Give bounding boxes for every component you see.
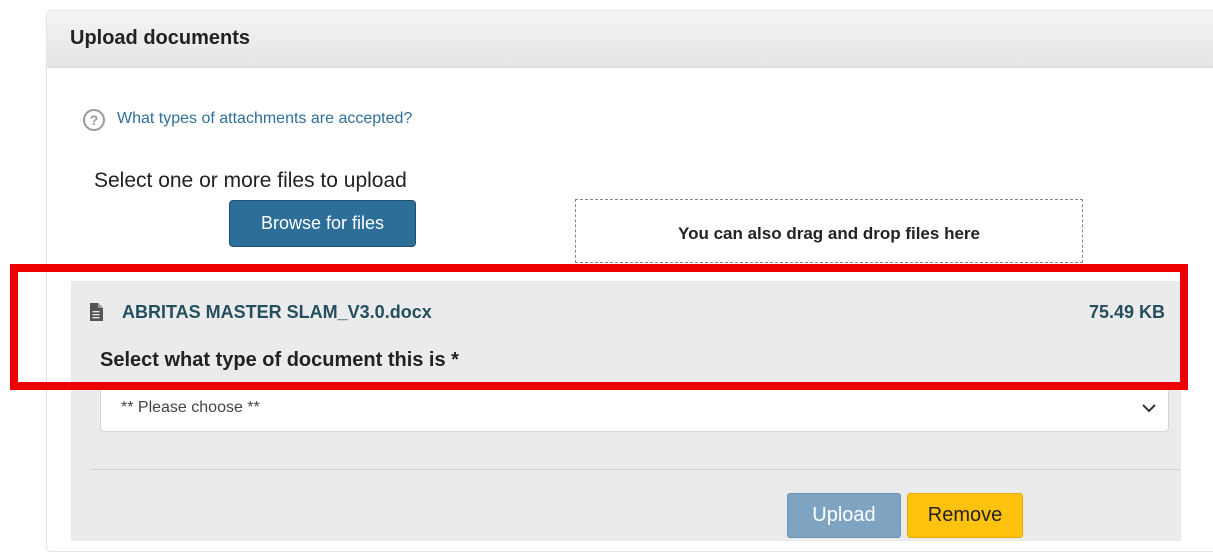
- file-size: 75.49 KB: [1088, 302, 1165, 322]
- question-circle-icon[interactable]: ?: [83, 109, 105, 131]
- accepted-attachments-link[interactable]: What types of attachments are accepted?: [117, 110, 412, 128]
- remove-button[interactable]: Remove: [907, 493, 1023, 538]
- panel-header: Upload documents: [47, 11, 1213, 68]
- file-name: ABRITAS MASTER SLAM_V3.0.docx: [122, 302, 432, 322]
- upload-documents-panel: Upload documents ? What types of attachm…: [46, 10, 1213, 552]
- panel-title: Upload documents: [70, 27, 251, 49]
- drag-drop-zone[interactable]: You can also drag and drop files here: [575, 199, 1083, 263]
- divider: [90, 469, 1180, 470]
- document-type-selected-value: ** Please choose **: [121, 399, 260, 416]
- file-item: ABRITAS MASTER SLAM_V3.0.docx 75.49 KB S…: [71, 281, 1181, 541]
- select-files-label: Select one or more files to upload: [94, 169, 407, 192]
- document-type-select[interactable]: ** Please choose **: [100, 384, 1169, 432]
- document-type-label: Select what type of document this is *: [100, 349, 459, 371]
- upload-button[interactable]: Upload: [787, 493, 901, 538]
- document-icon: [90, 303, 103, 321]
- drop-zone-text: You can also drag and drop files here: [678, 224, 980, 243]
- chevron-down-icon: [1142, 404, 1156, 413]
- browse-files-button[interactable]: Browse for files: [229, 200, 416, 247]
